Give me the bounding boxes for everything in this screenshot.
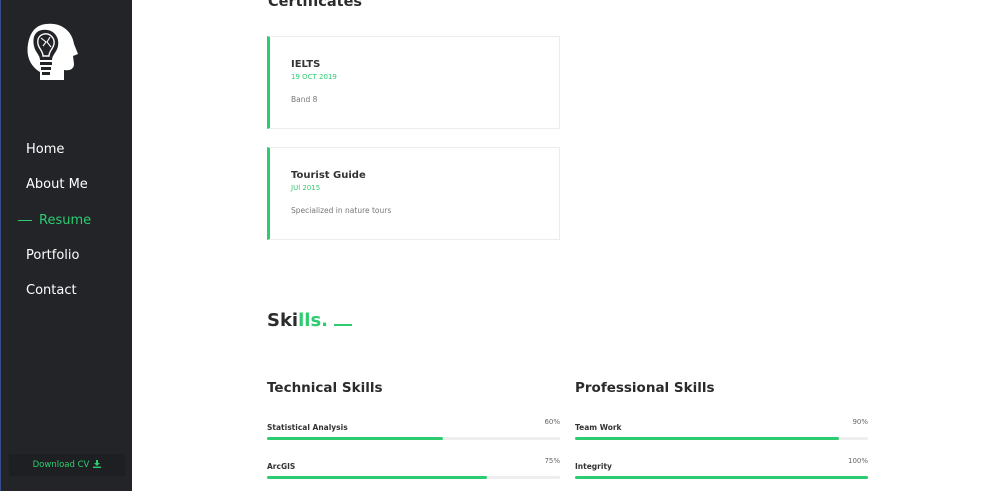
skill-progress-track <box>267 437 560 440</box>
download-cv-label: Download CV <box>32 460 90 470</box>
skills-title-part1: Ski <box>267 310 299 331</box>
skill-progress-fill <box>575 476 868 479</box>
main-nav: Home About Me Resume Portfolio Contact <box>0 132 132 308</box>
skill-percent: 100% <box>847 457 868 465</box>
nav-item-resume[interactable]: Resume <box>0 203 132 238</box>
skill-item: Team Work 90% <box>575 418 868 440</box>
skill-progress-track <box>575 476 868 479</box>
certificate-description: Band 8 <box>291 95 318 104</box>
skill-progress-fill <box>575 437 839 440</box>
certificate-title: IELTS <box>291 59 321 70</box>
skill-progress-fill <box>267 476 487 479</box>
head-bulb-brain-icon[interactable] <box>24 22 80 84</box>
certificate-card: Tourist Guide JUl 2015 Specialized in na… <box>267 147 560 240</box>
skill-percent: 75% <box>544 457 560 465</box>
certificate-title: Tourist Guide <box>291 170 366 181</box>
sidebar: Home About Me Resume Portfolio Contact D… <box>0 0 132 491</box>
active-indicator <box>18 219 32 221</box>
skill-progress-track <box>267 476 560 479</box>
nav-label: Home <box>26 142 65 158</box>
nav-item-contact[interactable]: Contact <box>0 273 132 308</box>
technical-skills-heading: Technical Skills <box>267 380 383 396</box>
download-cv-button[interactable]: Download CV <box>9 454 125 476</box>
nav-item-about-me[interactable]: About Me <box>0 167 132 202</box>
professional-skills-heading: Professional Skills <box>575 380 715 396</box>
certificates-heading: Certificates <box>268 0 363 10</box>
certificate-card: IELTS 19 OCT 2019 Band 8 <box>267 36 560 129</box>
nav-label: Resume <box>39 212 92 228</box>
certificate-date: 19 OCT 2019 <box>291 73 337 81</box>
certificate-date: JUl 2015 <box>291 184 321 192</box>
main-content: Certificates IELTS 19 OCT 2019 Band 8 To… <box>132 0 1004 491</box>
title-underline <box>334 324 353 326</box>
skill-name: Integrity <box>575 462 612 471</box>
skill-progress-fill <box>267 437 443 440</box>
skill-item: Integrity 100% <box>575 457 868 479</box>
nav-label: Contact <box>26 283 77 299</box>
skill-item: Statistical Analysis 60% <box>267 418 560 440</box>
download-icon <box>93 459 102 471</box>
skill-percent: 60% <box>544 418 560 426</box>
skill-name: ArcGIS <box>267 462 296 471</box>
nav-label: Portfolio <box>26 248 80 264</box>
skill-progress-track <box>575 437 868 440</box>
certificate-description: Specialized in nature tours <box>291 206 392 215</box>
skills-title-part2: lls. <box>298 310 329 331</box>
skill-name: Team Work <box>575 423 622 432</box>
skill-percent: 90% <box>852 418 868 426</box>
skill-item: ArcGIS 75% <box>267 457 560 479</box>
skill-name: Statistical Analysis <box>267 423 348 432</box>
skills-title: Ski lls. <box>267 310 353 331</box>
nav-label: About Me <box>26 177 88 193</box>
nav-item-home[interactable]: Home <box>0 132 132 167</box>
nav-item-portfolio[interactable]: Portfolio <box>0 238 132 273</box>
